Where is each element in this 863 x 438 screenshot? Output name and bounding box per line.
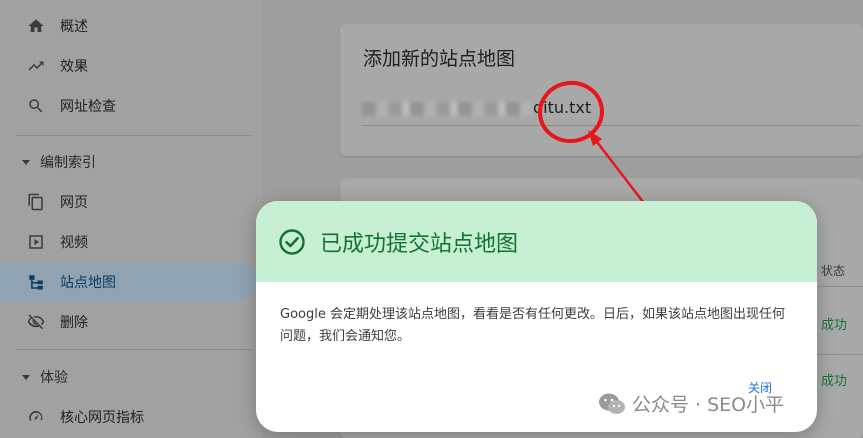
table-row-divider [812, 354, 863, 355]
visibility-off-icon [26, 312, 46, 332]
sitemap-icon [26, 272, 46, 292]
sidebar-item-label: 概述 [60, 19, 88, 35]
status-badge: 成功 [821, 318, 848, 333]
wechat-icon [599, 393, 625, 414]
search-icon [26, 96, 46, 116]
caret-down-icon [22, 374, 30, 380]
home-icon [26, 16, 46, 36]
video-icon [26, 232, 46, 252]
sidebar-item-label: 删除 [60, 315, 88, 331]
sidebar-divider [16, 135, 252, 136]
check-circle-icon [279, 228, 305, 255]
sidebar-item-performance[interactable]: 效果 [0, 46, 258, 86]
sidebar-item-removals[interactable]: 删除 [0, 302, 258, 342]
section-experience[interactable]: 体验 [0, 362, 250, 392]
section-label: 编制索引 [40, 155, 96, 171]
sidebar-item-label: 效果 [60, 59, 88, 75]
add-sitemap-card: 添加新的站点地图 ditu.txt [340, 24, 863, 156]
sidebar-item-label: 网址检查 [60, 99, 116, 115]
blurred-domain [362, 102, 532, 116]
watermark-text: 公众号 · SEO小平 [632, 394, 785, 416]
sidebar-item-label: 核心网页指标 [60, 410, 144, 426]
watermark: 公众号 · SEO小平 [598, 390, 784, 417]
trending-icon [26, 56, 46, 76]
sidebar-item-label: 站点地图 [60, 275, 116, 291]
sidebar-item-url-inspection[interactable]: 网址检查 [0, 86, 258, 126]
section-indexing[interactable]: 编制索引 [0, 147, 250, 177]
sidebar-divider [16, 349, 252, 350]
table-row-divider [812, 286, 863, 287]
sidebar: 概述 效果 网址检查 编制索引 网页 视频 站点地图 删除 体验 核心网页指标 [0, 0, 262, 438]
sidebar-item-pages[interactable]: 网页 [0, 182, 258, 222]
status-column-header: 状态 [821, 264, 846, 278]
status-badge: 成功 [821, 374, 848, 389]
sidebar-item-label: 视频 [60, 235, 88, 251]
sitemap-url-value: ditu.txt [533, 98, 592, 117]
sidebar-item-sitemaps[interactable]: 站点地图 [0, 262, 258, 302]
pages-icon [26, 192, 46, 212]
add-sitemap-title: 添加新的站点地图 [363, 48, 516, 70]
sidebar-item-videos[interactable]: 视频 [0, 222, 258, 262]
sitemap-url-input[interactable]: ditu.txt [362, 98, 860, 126]
dialog-message: Google 会定期处理该站点地图，看看是否有任何更改。日后，如果该站点地图出现… [280, 307, 785, 344]
dialog-header: 已成功提交站点地图 [256, 201, 817, 282]
speed-icon [26, 407, 46, 427]
sidebar-item-overview[interactable]: 概述 [0, 6, 258, 46]
section-label: 体验 [40, 370, 68, 386]
dialog-title: 已成功提交站点地图 [320, 231, 519, 257]
sidebar-item-label: 网页 [60, 195, 88, 211]
caret-down-icon [22, 159, 30, 165]
sidebar-item-core-web-vitals[interactable]: 核心网页指标 [0, 397, 258, 437]
